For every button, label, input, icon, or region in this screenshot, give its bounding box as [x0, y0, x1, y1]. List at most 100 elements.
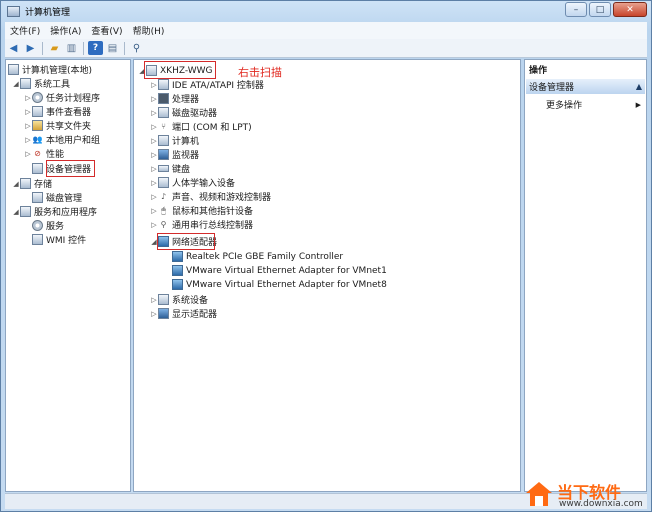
collapsed-arrow-icon[interactable]: ▷ — [150, 151, 158, 159]
menu-bar: 文件(F) 操作(A) 查看(V) 帮助(H) — [5, 22, 647, 40]
keyboard-icon — [158, 165, 169, 172]
scan-hardware-icon[interactable]: ⚲ — [129, 41, 144, 55]
tree-node-services[interactable]: 服务 — [32, 219, 64, 232]
tree-node-services-applications[interactable]: ◢ 服务和应用程序 — [12, 205, 97, 218]
ide-controller-icon — [158, 79, 169, 90]
tree-node-label: 本地用户和组 — [46, 136, 101, 146]
device-category-hid[interactable]: ▷ 人体学输入设备 — [150, 176, 235, 189]
storage-icon — [20, 178, 31, 189]
tree-node-wmi-control[interactable]: WMI 控件 — [32, 233, 86, 246]
collapsed-arrow-icon[interactable]: ▷ — [150, 137, 158, 145]
collapsed-arrow-icon[interactable]: ▷ — [24, 94, 32, 102]
show-hide-tree-icon[interactable]: ▥ — [64, 41, 79, 55]
device-category-monitors[interactable]: ▷ 监视器 — [150, 148, 199, 161]
collapsed-arrow-icon[interactable]: ▷ — [150, 109, 158, 117]
collapsed-arrow-icon[interactable]: ▷ — [150, 296, 158, 304]
collapsed-arrow-icon[interactable]: ▷ — [150, 193, 158, 201]
device-category-ports[interactable]: ▷ ⑂ 端口 (COM 和 LPT) — [150, 120, 252, 133]
submenu-arrow-icon: ▶ — [635, 100, 641, 109]
actions-device-manager-header[interactable]: 设备管理器 ▲ — [526, 79, 645, 94]
highlight-box — [144, 61, 216, 79]
tree-node-task-scheduler[interactable]: ▷ 任务计划程序 — [24, 91, 100, 104]
device-category-sound-video-game[interactable]: ▷ ♪ 声音、视频和游戏控制器 — [150, 190, 271, 203]
tree-node-label: 服务和应用程序 — [34, 208, 98, 218]
collapsed-arrow-icon[interactable]: ▷ — [150, 123, 158, 131]
collapsed-arrow-icon[interactable]: ▷ — [24, 108, 32, 116]
expanded-arrow-icon[interactable]: ◢ — [12, 180, 20, 188]
navigation-tree-pane[interactable]: 计算机管理(本地) ◢ 系统工具 ▷ 任务计划程序 ▷ 事件查看器 ▷ 共享文件… — [5, 59, 131, 492]
device-category-mice[interactable]: ▷ 🖱 鼠标和其他指针设备 — [150, 204, 253, 218]
monitor-icon — [158, 149, 169, 160]
mouse-icon: 🖱 — [161, 205, 166, 215]
device-category-usb[interactable]: ▷ ⚲ 通用串行总线控制器 — [150, 218, 253, 231]
tree-node-label: 处理器 — [172, 95, 200, 105]
help-icon[interactable]: ? — [88, 41, 103, 55]
shared-folder-icon — [32, 120, 43, 131]
collapsed-arrow-icon[interactable]: ▷ — [150, 81, 158, 89]
properties-icon[interactable]: ▤ — [105, 41, 120, 55]
back-arrow-icon[interactable]: ◀ — [6, 41, 21, 55]
port-icon: ⑂ — [161, 122, 166, 131]
tree-node-label: 性能 — [46, 150, 65, 160]
forward-arrow-icon[interactable]: ▶ — [23, 41, 38, 55]
menu-view[interactable]: 查看(V) — [86, 24, 127, 37]
collapsed-arrow-icon[interactable]: ▷ — [24, 122, 32, 130]
maximize-button[interactable]: □ — [589, 2, 611, 17]
close-button[interactable]: ✕ — [613, 2, 647, 17]
device-category-ide[interactable]: ▷ IDE ATA/ATAPI 控制器 — [150, 78, 264, 91]
tree-node-storage[interactable]: ◢ 存储 — [12, 177, 52, 190]
tree-node-label: IDE ATA/ATAPI 控制器 — [172, 81, 264, 91]
menu-file[interactable]: 文件(F) — [5, 24, 45, 37]
collapsed-arrow-icon[interactable]: ▷ — [150, 95, 158, 103]
menu-action[interactable]: 操作(A) — [45, 24, 86, 37]
collapsed-arrow-icon[interactable]: ▷ — [150, 165, 158, 173]
device-category-disk-drives[interactable]: ▷ 磁盘驱动器 — [150, 106, 217, 119]
up-folder-icon[interactable]: ▰ — [47, 41, 62, 55]
device-tree-pane[interactable]: ◢ XKHZ-WWG 右击扫描 ▷ IDE ATA/ATAPI 控制器 ▷ 处理… — [133, 59, 521, 492]
collapsed-arrow-icon[interactable]: ▷ — [150, 207, 158, 215]
tree-node-label: 显示适配器 — [172, 310, 218, 320]
services-applications-icon — [20, 206, 31, 217]
device-category-processor[interactable]: ▷ 处理器 — [150, 92, 199, 105]
tree-node-label: 声音、视频和游戏控制器 — [172, 193, 272, 203]
computer-management-icon — [8, 64, 19, 75]
device-category-system-devices[interactable]: ▷ 系统设备 — [150, 293, 208, 306]
more-actions-item[interactable]: 更多操作 ▶ — [546, 98, 644, 112]
minimize-button[interactable]: – — [565, 2, 587, 17]
tree-node-computer-management-local[interactable]: 计算机管理(本地) — [8, 63, 92, 76]
tree-node-label: 存储 — [34, 180, 53, 190]
collapse-up-icon[interactable]: ▲ — [636, 82, 642, 91]
device-category-display-adapters[interactable]: ▷ 显示适配器 — [150, 307, 217, 320]
title-bar[interactable]: 计算机管理 – □ ✕ — [1, 1, 651, 21]
collapsed-arrow-icon[interactable]: ▷ — [150, 221, 158, 229]
tree-node-system-tools[interactable]: ◢ 系统工具 — [12, 77, 70, 90]
tree-node-label: VMware Virtual Ethernet Adapter for VMne… — [186, 265, 387, 276]
tree-node-local-users-groups[interactable]: ▷ 👥 本地用户和组 — [24, 133, 100, 146]
device-vmware-vmnet1[interactable]: VMware Virtual Ethernet Adapter for VMne… — [172, 264, 387, 277]
device-category-computer[interactable]: ▷ 计算机 — [150, 134, 199, 147]
device-realtek-pcie-gbe[interactable]: Realtek PCIe GBE Family Controller — [172, 250, 343, 263]
menu-help[interactable]: 帮助(H) — [128, 24, 170, 37]
expanded-arrow-icon[interactable]: ◢ — [12, 80, 20, 88]
toolbar-divider — [83, 41, 84, 55]
actions-title: 操作 — [529, 66, 548, 76]
tree-node-disk-management[interactable]: 磁盘管理 — [32, 191, 82, 204]
tree-node-label: 共享文件夹 — [46, 122, 92, 132]
device-category-keyboards[interactable]: ▷ 键盘 — [150, 162, 190, 176]
tree-node-label: 系统工具 — [34, 80, 71, 90]
window-title: 计算机管理 — [25, 7, 71, 18]
collapsed-arrow-icon[interactable]: ▷ — [150, 310, 158, 318]
tree-node-label: 事件查看器 — [46, 108, 92, 118]
tree-node-event-viewer[interactable]: ▷ 事件查看器 — [24, 105, 91, 118]
tree-node-shared-folders[interactable]: ▷ 共享文件夹 — [24, 119, 91, 132]
watermark-house-logo-icon — [526, 482, 552, 506]
collapsed-arrow-icon[interactable]: ▷ — [150, 179, 158, 187]
tree-node-label: 端口 (COM 和 LPT) — [172, 123, 252, 133]
tree-node-performance[interactable]: ▷ ⊘ 性能 — [24, 147, 64, 160]
collapsed-arrow-icon[interactable]: ▷ — [24, 150, 32, 158]
computer-icon — [158, 135, 169, 146]
tree-node-label: WMI 控件 — [46, 236, 87, 246]
collapsed-arrow-icon[interactable]: ▷ — [24, 136, 32, 144]
device-vmware-vmnet8[interactable]: VMware Virtual Ethernet Adapter for VMne… — [172, 278, 387, 291]
expanded-arrow-icon[interactable]: ◢ — [12, 208, 20, 216]
